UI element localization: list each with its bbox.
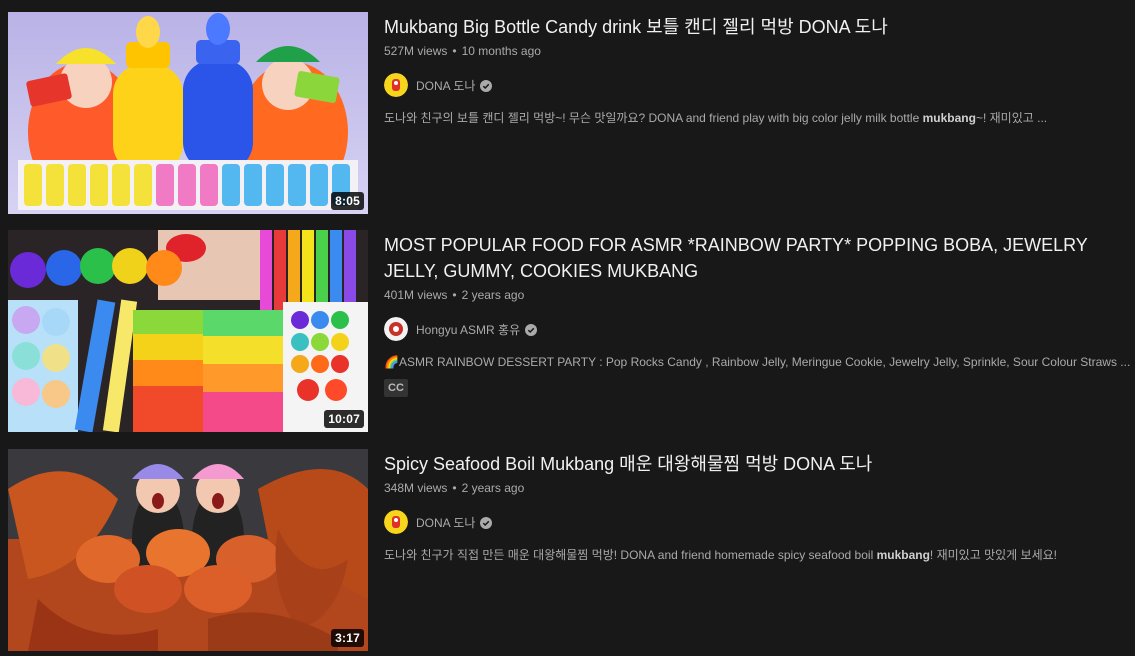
view-count: 527M views: [384, 44, 448, 58]
description-highlight: mukbang: [922, 111, 976, 125]
video-meta: 348M views • 2 years ago: [384, 481, 525, 495]
video-info: Spicy Seafood Boil Mukbang 매운 대왕해물찜 먹방 D…: [384, 449, 1114, 651]
channel-row: DONA 도나: [384, 510, 1114, 534]
video-thumbnail[interactable]: 3:17: [8, 449, 368, 651]
description-text: 도나와 친구의 보틀 캔디 젤리 먹방~! 무슨 맛일까요? DONA and …: [384, 111, 923, 125]
channel-name[interactable]: DONA 도나: [416, 77, 475, 94]
channel-avatar[interactable]: [384, 317, 408, 341]
view-count: 401M views: [384, 288, 448, 302]
description-text: 🌈ASMR RAINBOW DESSERT PARTY : Pop Rocks …: [384, 355, 1131, 369]
description-text-end: ! 재미있고 맛있게 보세요!: [929, 548, 1057, 562]
thumbnail-image: [8, 449, 368, 651]
closed-captions-badge: CC: [384, 379, 408, 397]
video-duration: 10:07: [324, 410, 364, 428]
verified-check-icon: [480, 79, 493, 92]
video-duration: 3:17: [331, 629, 364, 647]
video-description: 🌈ASMR RAINBOW DESSERT PARTY : Pop Rocks …: [384, 353, 1130, 371]
video-description: 도나와 친구가 직접 만든 매운 대왕해물찜 먹방! DONA and frie…: [384, 546, 1114, 564]
video-title[interactable]: Mukbang Big Bottle Candy drink 보틀 캔디 젤리 …: [384, 14, 1104, 40]
channel-name[interactable]: DONA 도나: [416, 514, 475, 531]
thumbnail-image: [8, 230, 368, 432]
channel-avatar[interactable]: [384, 73, 408, 97]
video-result[interactable]: 10:07 MOST POPULAR FOOD FOR ASMR *RAINBO…: [8, 230, 1130, 432]
video-info: MOST POPULAR FOOD FOR ASMR *RAINBOW PART…: [384, 230, 1130, 432]
description-text: 도나와 친구가 직접 만든 매운 대왕해물찜 먹방! DONA and frie…: [384, 548, 877, 562]
thumbnail-image: [8, 12, 368, 214]
channel-row: DONA 도나: [384, 73, 1114, 97]
upload-age: 2 years ago: [461, 481, 525, 495]
upload-age: 2 years ago: [461, 288, 525, 302]
verified-check-icon: [480, 516, 493, 529]
channel-avatar[interactable]: [384, 510, 408, 534]
video-thumbnail[interactable]: 8:05: [8, 12, 368, 214]
description-text-end: ~! 재미있고 ...: [975, 111, 1048, 125]
upload-age: 10 months ago: [461, 44, 541, 58]
video-meta: 401M views • 2 years ago: [384, 288, 525, 302]
channel-row: Hongyu ASMR 홍유: [384, 317, 1114, 341]
video-description: 도나와 친구의 보틀 캔디 젤리 먹방~! 무슨 맛일까요? DONA and …: [384, 109, 1114, 127]
video-info: Mukbang Big Bottle Candy drink 보틀 캔디 젤리 …: [384, 12, 1114, 214]
description-highlight: mukbang: [876, 548, 930, 562]
verified-check-icon: [525, 323, 538, 336]
video-result[interactable]: 8:05 Mukbang Big Bottle Candy drink 보틀 캔…: [8, 12, 1118, 214]
video-title[interactable]: MOST POPULAR FOOD FOR ASMR *RAINBOW PART…: [384, 232, 1104, 284]
video-result[interactable]: 3:17 Spicy Seafood Boil Mukbang 매운 대왕해물찜…: [8, 449, 1118, 651]
video-title[interactable]: Spicy Seafood Boil Mukbang 매운 대왕해물찜 먹방 D…: [384, 451, 1104, 477]
video-meta: 527M views • 10 months ago: [384, 44, 541, 58]
video-duration: 8:05: [331, 192, 364, 210]
view-count: 348M views: [384, 481, 448, 495]
channel-name[interactable]: Hongyu ASMR 홍유: [416, 321, 520, 338]
video-thumbnail[interactable]: 10:07: [8, 230, 368, 432]
search-results: 8:05 Mukbang Big Bottle Candy drink 보틀 캔…: [0, 0, 1135, 656]
